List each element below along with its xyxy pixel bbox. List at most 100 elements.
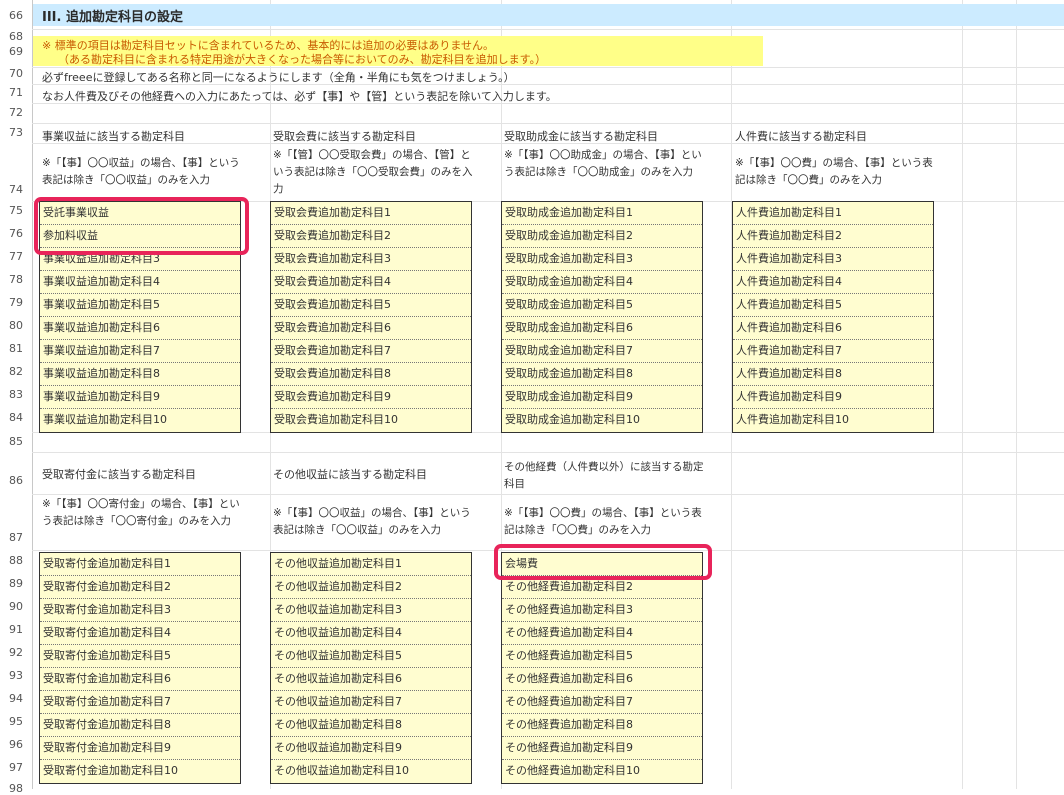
account-cell[interactable]: その他経費追加勘定科目8 [502,714,702,737]
account-cell[interactable]: 受取寄付金追加勘定科目6 [40,668,240,691]
row-number[interactable]: 76 [0,227,32,240]
account-cell[interactable]: 受取会費追加勘定科目8 [271,363,471,386]
row-number[interactable]: 73 [0,126,32,139]
account-cell[interactable]: その他収益追加勘定科目7 [271,691,471,714]
account-cell[interactable]: 人件費追加勘定科目1 [733,202,933,225]
account-cell[interactable]: 受取寄付金追加勘定科目7 [40,691,240,714]
row-number[interactable]: 85 [0,435,32,448]
account-cell[interactable]: その他収益追加勘定科目4 [271,622,471,645]
account-cell[interactable]: 受取寄付金追加勘定科目3 [40,599,240,622]
row-number[interactable]: 83 [0,388,32,401]
account-cell[interactable]: 受取会費追加勘定科目9 [271,386,471,409]
account-cell[interactable]: 人件費追加勘定科目7 [733,340,933,363]
account-cell[interactable]: 人件費追加勘定科目10 [733,409,933,432]
account-cell[interactable]: 受取寄付金追加勘定科目5 [40,645,240,668]
account-cell[interactable]: その他経費追加勘定科目6 [502,668,702,691]
account-cell[interactable]: 事業収益追加勘定科目6 [40,317,240,340]
row-number[interactable]: 92 [0,646,32,659]
row-number[interactable]: 87 [0,531,32,544]
account-cell[interactable]: 受取助成金追加勘定科目6 [502,317,702,340]
account-cell[interactable]: 受取寄付金追加勘定科目2 [40,576,240,599]
account-cell[interactable]: 受取寄付金追加勘定科目4 [40,622,240,645]
account-cell[interactable]: 受取会費追加勘定科目6 [271,317,471,340]
account-cell[interactable]: 受取助成金追加勘定科目2 [502,225,702,248]
row-number[interactable]: 86 [0,474,32,487]
account-cell[interactable]: その他収益追加勘定科目6 [271,668,471,691]
account-cell[interactable]: 受取寄付金追加勘定科目8 [40,714,240,737]
account-cell[interactable]: 人件費追加勘定科目5 [733,294,933,317]
row-number[interactable]: 95 [0,715,32,728]
row-number[interactable]: 82 [0,365,32,378]
account-cell[interactable]: その他収益追加勘定科目3 [271,599,471,622]
account-cell[interactable]: 受取会費追加勘定科目1 [271,202,471,225]
note-line-2: （ある勘定科目に含まれる特定用途が大きくなった場合等においてのみ、勘定科目を追加… [58,53,547,66]
account-cell[interactable]: その他収益追加勘定科目1 [271,553,471,576]
row-number[interactable]: 91 [0,623,32,636]
account-cell[interactable]: 人件費追加勘定科目9 [733,386,933,409]
row-number[interactable]: 72 [0,106,32,119]
row-number[interactable]: 69 [0,45,32,58]
account-cell[interactable]: 受取助成金追加勘定科目3 [502,248,702,271]
account-cell[interactable]: 事業収益追加勘定科目9 [40,386,240,409]
account-cell[interactable]: 事業収益追加勘定科目5 [40,294,240,317]
account-cell[interactable]: 人件費追加勘定科目6 [733,317,933,340]
account-cell[interactable]: 人件費追加勘定科目4 [733,271,933,294]
row-number[interactable]: 68 [0,30,32,43]
row-number[interactable]: 96 [0,738,32,751]
row-number[interactable]: 90 [0,600,32,613]
row-number[interactable]: 78 [0,273,32,286]
row-number[interactable]: 88 [0,554,32,567]
account-cell[interactable]: 人件費追加勘定科目8 [733,363,933,386]
account-cell[interactable]: 受取寄付金追加勘定科目1 [40,553,240,576]
account-cell[interactable]: その他経費追加勘定科目5 [502,645,702,668]
row-number[interactable]: 93 [0,669,32,682]
row-number[interactable]: 70 [0,67,32,80]
account-cell[interactable]: 事業収益追加勘定科目8 [40,363,240,386]
row-number[interactable]: 84 [0,411,32,424]
account-cell[interactable]: その他経費追加勘定科目3 [502,599,702,622]
account-cell[interactable]: 受取会費追加勘定科目4 [271,271,471,294]
account-cell[interactable]: その他経費追加勘定科目4 [502,622,702,645]
account-cell[interactable]: 人件費追加勘定科目3 [733,248,933,271]
account-cell[interactable]: その他収益追加勘定科目5 [271,645,471,668]
row-number[interactable]: 75 [0,204,32,217]
row-number[interactable]: 94 [0,692,32,705]
account-cell[interactable]: その他収益追加勘定科目9 [271,737,471,760]
account-cell[interactable]: 受取会費追加勘定科目10 [271,409,471,432]
account-cell[interactable]: 受取助成金追加勘定科目9 [502,386,702,409]
account-cell[interactable]: その他経費追加勘定科目7 [502,691,702,714]
account-cell[interactable]: 受取会費追加勘定科目2 [271,225,471,248]
row-number[interactable]: 89 [0,577,32,590]
account-cell[interactable]: その他収益追加勘定科目2 [271,576,471,599]
account-cell[interactable]: 受取寄付金追加勘定科目9 [40,737,240,760]
account-cell[interactable]: 事業収益追加勘定科目7 [40,340,240,363]
account-list: 受取寄付金追加勘定科目1 受取寄付金追加勘定科目2 受取寄付金追加勘定科目3 受取寄付… [39,552,241,784]
account-cell[interactable]: 受取会費追加勘定科目5 [271,294,471,317]
row-number[interactable]: 81 [0,342,32,355]
account-cell[interactable]: 受取助成金追加勘定科目8 [502,363,702,386]
account-cell[interactable]: 受取寄付金追加勘定科目10 [40,760,240,783]
account-cell[interactable]: 人件費追加勘定科目2 [733,225,933,248]
row-number[interactable]: 71 [0,86,32,99]
account-cell[interactable]: 受取助成金追加勘定科目7 [502,340,702,363]
row-number[interactable]: 97 [0,761,32,774]
account-cell[interactable]: 事業収益追加勘定科目4 [40,271,240,294]
account-cell[interactable]: 事業収益追加勘定科目10 [40,409,240,432]
row-number[interactable]: 74 [0,183,32,196]
row-number[interactable]: 66 [0,9,32,22]
account-cell[interactable]: その他経費追加勘定科目9 [502,737,702,760]
account-cell[interactable]: 受取助成金追加勘定科目5 [502,294,702,317]
section-description: ※「【事】〇〇費」の場合、【事】という表記は除き「〇〇費」のみを入力 [735,157,933,186]
account-cell[interactable]: 受取会費追加勘定科目3 [271,248,471,271]
account-cell[interactable]: 受取助成金追加勘定科目10 [502,409,702,432]
row-number[interactable]: 80 [0,319,32,332]
row-number[interactable]: 79 [0,296,32,309]
account-cell[interactable]: その他経費追加勘定科目10 [502,760,702,783]
row-number[interactable]: 77 [0,250,32,263]
account-cell[interactable]: 受取助成金追加勘定科目1 [502,202,702,225]
account-cell[interactable]: 受取会費追加勘定科目7 [271,340,471,363]
account-cell[interactable]: 受取助成金追加勘定科目4 [502,271,702,294]
account-cell[interactable]: その他収益追加勘定科目8 [271,714,471,737]
spreadsheet[interactable]: III. 追加勘定科目の設定 ※ 標準の項目は勘定科目セットに含まれているため、… [0,0,1064,795]
account-cell[interactable]: その他収益追加勘定科目10 [271,760,471,783]
